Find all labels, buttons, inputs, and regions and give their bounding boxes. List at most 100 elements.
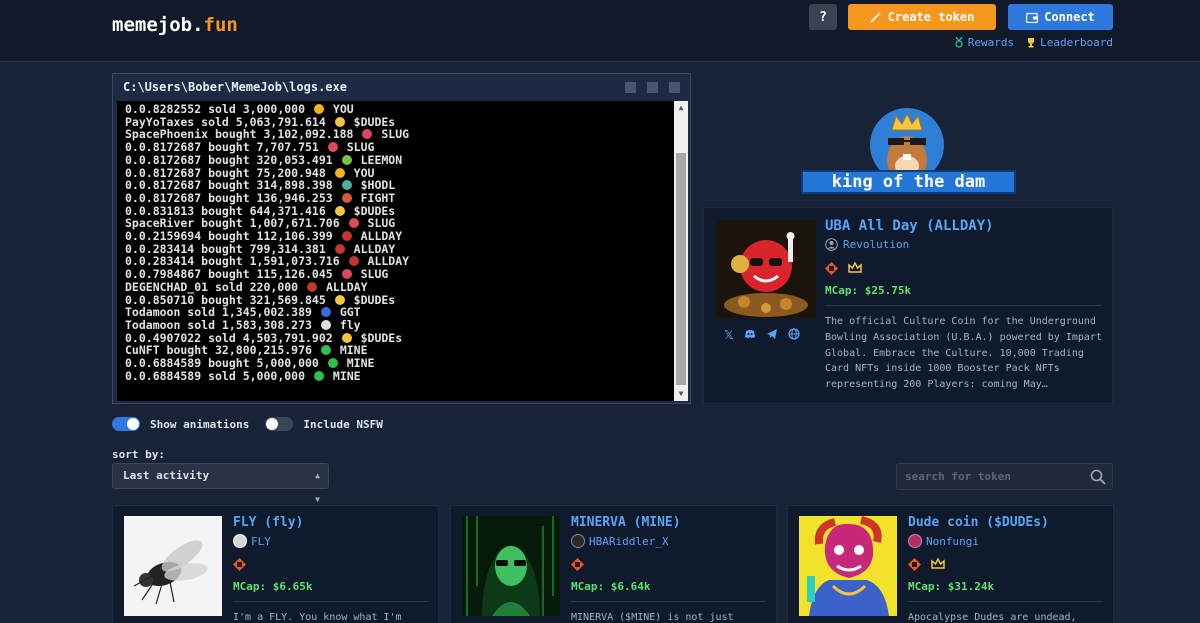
king-token-description: The official Culture Coin for the Underg…	[825, 316, 1102, 391]
connect-wallet-button[interactable]: Connect	[1008, 4, 1113, 30]
user-avatar-icon	[825, 238, 838, 251]
magic-wand-icon	[870, 12, 881, 23]
log-line-text: 0.0.6884589 sold 5,000,000	[125, 368, 306, 383]
card-divider	[571, 601, 766, 602]
token-mcap: MCap: $31.24k	[908, 580, 995, 593]
token-image-dude-coin[interactable]	[799, 516, 897, 616]
log-window-title: C:\Users\Bober\MemeJob\logs.exe	[123, 80, 347, 94]
create-token-button[interactable]: Create token	[848, 4, 996, 30]
x-twitter-icon[interactable]: 𝕏	[724, 328, 734, 342]
close-icon[interactable]	[669, 82, 680, 93]
log-line: 0.0.6884589 sold 5,000,000 MINE	[125, 368, 666, 383]
token-creator[interactable]: HBARiddler_X	[571, 534, 668, 548]
sort-select-value: Last activity	[123, 469, 210, 482]
token-icon	[313, 104, 324, 114]
token-icon	[341, 332, 352, 343]
token-title[interactable]: Dude coin ($DUDEs)	[908, 515, 1049, 530]
header-links: Rewards Leaderboard	[954, 36, 1113, 49]
token-search	[896, 463, 1113, 490]
king-of-the-dam-banner: king of the dam	[801, 170, 1016, 194]
token-icon	[334, 116, 345, 127]
token-image-minerva[interactable]	[462, 516, 560, 616]
token-card-dude-coin[interactable]: Dude coin ($DUDEs) Nonfungi MCap: $31.24…	[787, 505, 1114, 623]
token-mcap: MCap: $6.65k	[233, 580, 313, 593]
token-icon	[348, 256, 359, 267]
site-logo[interactable]: memejob.fun	[112, 14, 238, 36]
token-icon	[327, 358, 338, 369]
hedera-badge-icon	[825, 262, 838, 275]
hedera-badge-icon	[233, 558, 246, 571]
scroll-down-arrow-icon[interactable]: ▼	[674, 387, 688, 401]
token-card-minerva[interactable]: MINERVA (MINE) HBARiddler_X MCap: $6.64k…	[450, 505, 777, 623]
token-description: MINERVA ($MINE) is not just	[571, 612, 734, 623]
log-line-token: YOU	[332, 102, 354, 116]
token-creator[interactable]: FLY	[233, 534, 271, 548]
token-description: Apocalypse Dudes are undead,	[908, 612, 1077, 623]
token-description: I'm a FLY. You know what I'm	[233, 612, 402, 623]
maximize-icon[interactable]	[647, 82, 658, 93]
display-toggles: Show animations Include NSFW	[112, 417, 383, 431]
rewards-link[interactable]: Rewards	[954, 36, 1014, 49]
token-card-fly[interactable]: FLY (fly) FLY MCap: $6.65k I'm a FLY. Yo…	[112, 505, 439, 623]
creator-avatar	[908, 534, 922, 548]
hedera-badge-icon	[908, 558, 921, 571]
search-input[interactable]	[897, 464, 1087, 489]
scroll-thumb[interactable]	[676, 153, 686, 385]
creator-avatar	[233, 534, 247, 548]
king-token-badges	[825, 262, 862, 275]
token-badges	[571, 558, 584, 571]
token-icon	[334, 243, 345, 254]
king-token-creator[interactable]: Revolution	[825, 238, 909, 251]
token-creator[interactable]: Nonfungi	[908, 534, 979, 548]
creator-name: FLY	[251, 534, 271, 548]
wallet-icon	[1026, 12, 1039, 23]
creator-name: Nonfungi	[926, 534, 979, 548]
token-mcap: MCap: $6.64k	[571, 580, 651, 593]
minimize-icon[interactable]	[625, 82, 636, 93]
leaderboard-link[interactable]: Leaderboard	[1026, 36, 1113, 49]
globe-icon[interactable]	[788, 328, 800, 340]
token-icon	[320, 307, 331, 318]
include-nsfw-toggle[interactable]	[265, 417, 294, 431]
king-token-mcap: MCap: $25.75k	[825, 284, 912, 297]
token-icon	[334, 167, 345, 178]
crown-badge-icon	[931, 558, 945, 569]
token-icon	[341, 192, 352, 203]
card-divider	[233, 601, 428, 602]
token-title[interactable]: FLY (fly)	[233, 515, 303, 530]
sort-by-label: sort by:	[112, 448, 165, 461]
connect-label: Connect	[1044, 10, 1095, 24]
sort-select[interactable]: Last activity ▲ ▼	[112, 463, 329, 504]
token-icon	[334, 294, 345, 305]
show-animations-toggle[interactable]	[112, 417, 140, 431]
leaderboard-label: Leaderboard	[1040, 36, 1113, 49]
token-icon	[307, 281, 318, 292]
discord-icon[interactable]	[744, 328, 756, 340]
king-token-image[interactable]	[716, 220, 816, 318]
scroll-up-arrow-icon[interactable]: ▲	[674, 101, 688, 115]
crown-badge-icon	[848, 262, 862, 273]
king-token-card[interactable]: 𝕏 UBA All Day (ALLDAY) Revolution MCap: …	[703, 207, 1113, 404]
card-divider	[908, 601, 1103, 602]
search-icon[interactable]	[1090, 469, 1106, 485]
token-icon	[348, 218, 359, 229]
token-icon	[341, 180, 352, 191]
token-icon	[341, 154, 352, 165]
activity-log-window: C:\Users\Bober\MemeJob\logs.exe 0.0.8282…	[112, 73, 691, 404]
creator-avatar	[571, 534, 585, 548]
log-scrollbar[interactable]: ▲ ▼	[674, 101, 688, 401]
hedera-badge-icon	[571, 558, 584, 571]
token-title[interactable]: MINERVA (MINE)	[571, 515, 681, 530]
token-icon	[313, 370, 324, 381]
token-image-fly[interactable]	[124, 516, 222, 616]
log-body: 0.0.8282552 sold 3,000,000 YOU PayYoTaxes…	[117, 101, 674, 401]
token-icon	[341, 231, 352, 242]
top-header: memejob.fun ? Create token Connect Rewar…	[0, 0, 1200, 62]
king-token-title[interactable]: UBA All Day (ALLDAY)	[825, 218, 994, 234]
help-button[interactable]: ?	[809, 4, 837, 30]
token-icon	[320, 319, 331, 330]
telegram-icon[interactable]	[766, 328, 778, 340]
log-line-token: MINE	[332, 368, 361, 383]
king-creator-name: Revolution	[843, 238, 910, 251]
token-icon	[320, 345, 331, 356]
